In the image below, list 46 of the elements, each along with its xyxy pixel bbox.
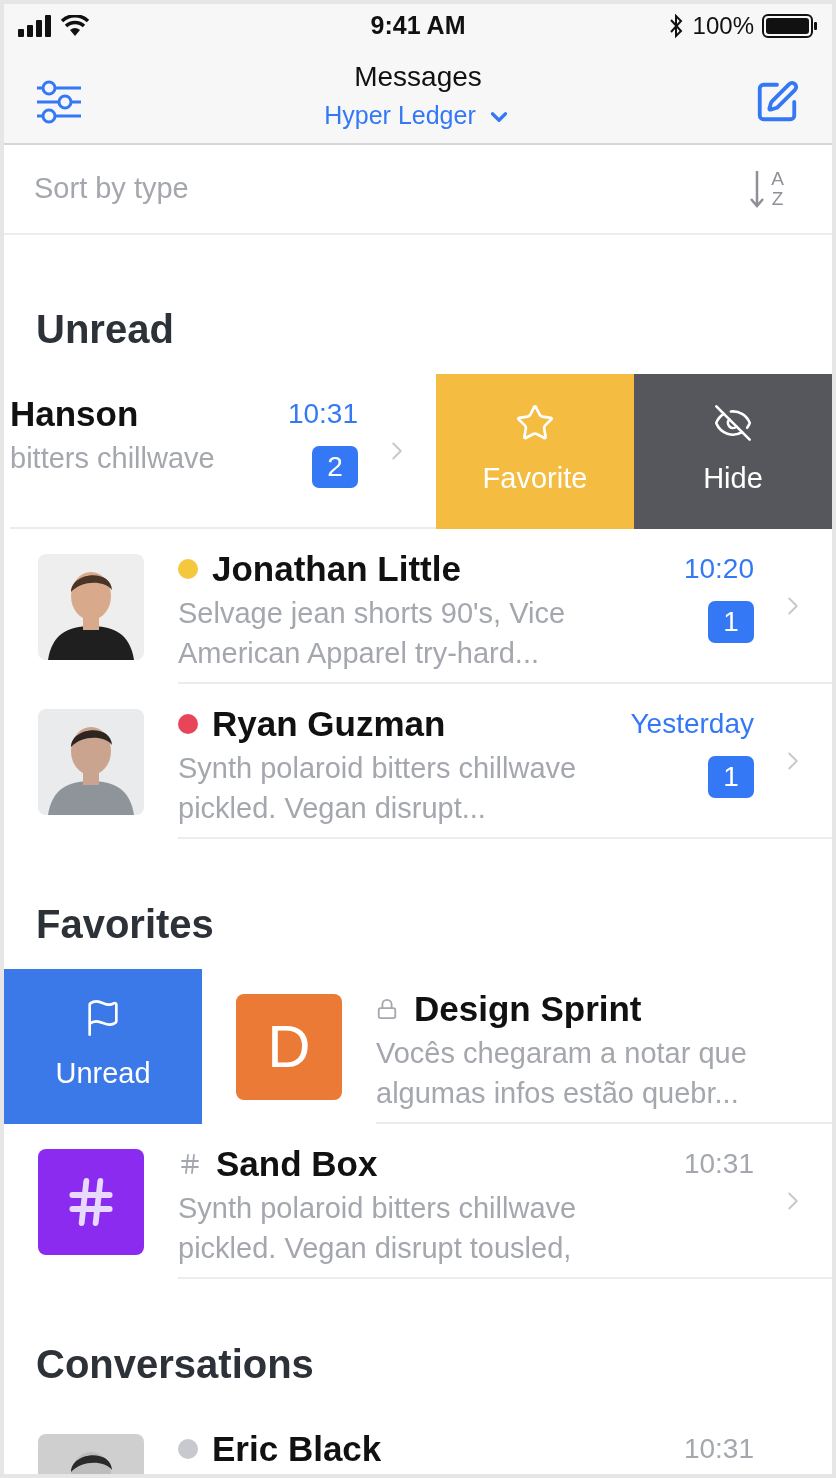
message-time: 10:31 bbox=[683, 1432, 754, 1466]
screen-title: Messages bbox=[354, 59, 482, 94]
unread-count: 1 bbox=[708, 601, 754, 643]
section-heading: Unread bbox=[36, 306, 174, 353]
hash-icon bbox=[178, 1152, 202, 1176]
battery-percentage: 100% bbox=[692, 11, 754, 41]
message-preview: Vocês chegaram a notar que bbox=[376, 1036, 747, 1071]
message-preview: pickled. Vegan disrupt... bbox=[178, 791, 487, 826]
sort-button[interactable]: A Z bbox=[749, 169, 784, 209]
sort-label: Sort by type bbox=[34, 171, 190, 207]
section-heading: Conversations bbox=[36, 1341, 314, 1388]
message-time: Yesterday bbox=[630, 707, 754, 741]
contact-name: Sand Box bbox=[216, 1143, 378, 1185]
message-preview: Synth polaroid bitters chillwave bbox=[178, 1191, 577, 1226]
contact-name: Jonathan Little bbox=[212, 548, 461, 590]
message-time: 10:31 bbox=[287, 397, 358, 431]
contact-name: Design Sprint bbox=[414, 988, 642, 1030]
unread-count: 2 bbox=[312, 446, 358, 488]
lock-icon bbox=[376, 998, 398, 1020]
unread-count: 1 bbox=[708, 756, 754, 798]
status-time: 9:41 AM bbox=[370, 10, 466, 42]
unread-button[interactable]: Unread bbox=[4, 969, 202, 1124]
letter-avatar: D bbox=[236, 993, 342, 1100]
sort-from-letter: A bbox=[771, 169, 784, 189]
message-preview: algumas infos estão quebr... bbox=[376, 1076, 740, 1111]
message-time: 10:20 bbox=[683, 552, 754, 586]
message-time: 10:31 bbox=[683, 1147, 754, 1181]
sliders-icon bbox=[35, 79, 83, 124]
signal-icon bbox=[18, 15, 52, 37]
message-preview: Selvage jean shorts 90's, Vice bbox=[178, 596, 566, 631]
message-preview: Synth polaroid bitters chillwave bbox=[178, 751, 577, 786]
message-preview: pickled. Vegan disrupt tousled, bbox=[178, 1231, 573, 1266]
sort-to-letter: Z bbox=[771, 189, 784, 209]
message-preview: American Apparel try-hard... bbox=[178, 636, 541, 671]
wifi-icon bbox=[60, 15, 90, 37]
contact-name: Hanson bbox=[10, 393, 139, 435]
battery-icon bbox=[762, 14, 818, 38]
section-heading: Favorites bbox=[36, 901, 214, 948]
workspace-selector[interactable]: Hyper Ledger bbox=[324, 96, 512, 133]
arrow-down-icon bbox=[749, 169, 766, 209]
hide-button[interactable]: Hide bbox=[634, 374, 832, 529]
message-preview: bitters chillwave bbox=[10, 441, 215, 476]
contact-name: Ryan Guzman bbox=[212, 703, 446, 745]
eye-off-icon bbox=[713, 402, 753, 443]
bluetooth-icon bbox=[668, 14, 683, 38]
contact-name: Eric Black bbox=[212, 1428, 382, 1470]
